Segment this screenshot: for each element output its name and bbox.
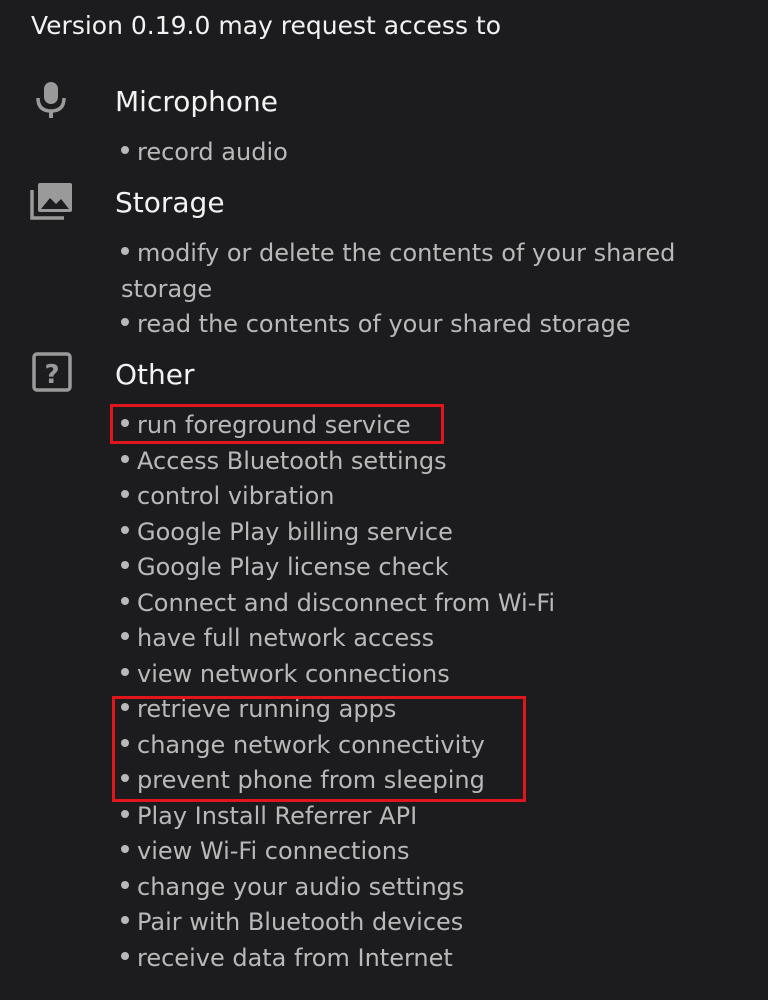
permission-list-other: run foreground service Access Bluetooth … — [121, 408, 741, 976]
photo-stack-icon — [28, 180, 76, 224]
permission-list-microphone: record audio — [121, 135, 741, 171]
permission-item: modify or delete the contents of your sh… — [121, 239, 676, 303]
permission-item: Google Play license check — [121, 550, 741, 586]
permission-item: Pair with Bluetooth devices — [121, 905, 741, 941]
highlight-box-running-apps-group — [112, 696, 526, 802]
svg-text:?: ? — [44, 360, 59, 390]
permissions-header: Version 0.19.0 may request access to — [31, 11, 502, 40]
group-title-other: Other — [115, 358, 195, 391]
permission-item: Connect and disconnect from Wi-Fi — [121, 586, 741, 622]
permission-item: Play Install Referrer API — [121, 799, 741, 835]
group-title-storage: Storage — [115, 186, 225, 219]
permission-item: have full network access — [121, 621, 741, 657]
permission-item: read the contents of your shared storage — [121, 307, 741, 343]
permission-item: record audio — [121, 135, 741, 171]
permission-item: receive data from Internet — [121, 941, 741, 977]
permission-item: view network connections — [121, 657, 741, 693]
permission-item: control vibration — [121, 479, 741, 515]
highlight-box-foreground-service — [110, 404, 444, 444]
question-box-icon: ? — [28, 352, 76, 396]
permission-list-storage: modify or delete the contents of your sh… — [121, 236, 741, 343]
permission-item: Access Bluetooth settings — [121, 444, 741, 480]
permission-item: change your audio settings — [121, 870, 741, 906]
group-title-microphone: Microphone — [115, 85, 278, 118]
microphone-icon — [28, 80, 76, 124]
permission-item: Google Play billing service — [121, 515, 741, 551]
permission-item: view Wi-Fi connections — [121, 834, 741, 870]
